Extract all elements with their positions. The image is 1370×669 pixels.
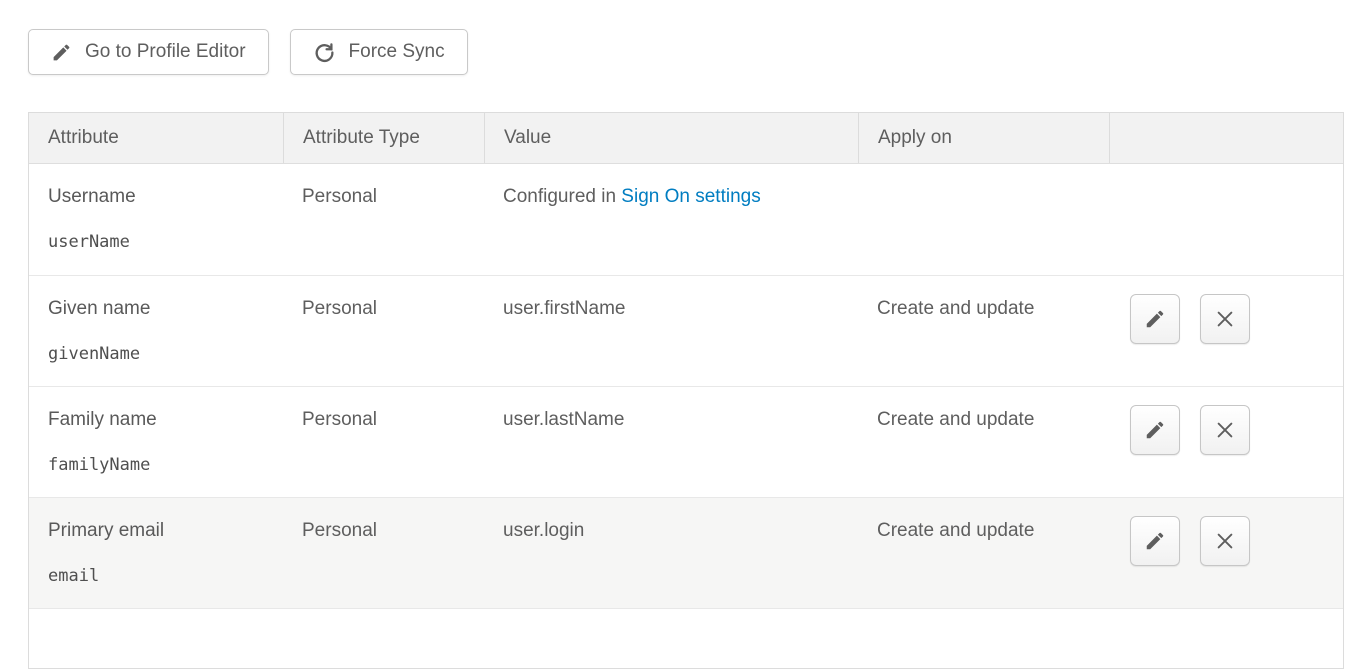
attribute-name: email: [48, 562, 273, 590]
attribute-value: user.firstName: [503, 295, 848, 323]
pencil-icon: [1144, 308, 1166, 330]
pencil-icon: [1144, 530, 1166, 552]
go-to-profile-editor-label: Go to Profile Editor: [85, 41, 246, 63]
table-row: Username userName Personal Configured in…: [29, 164, 1343, 275]
table-row: Family name familyName Personal user.las…: [29, 386, 1343, 497]
header-value: Value: [484, 113, 858, 163]
sign-on-settings-link[interactable]: Sign On settings: [621, 186, 760, 207]
force-sync-label: Force Sync: [349, 41, 445, 63]
close-icon: [1214, 530, 1236, 552]
attribute-value: user.login: [503, 517, 848, 545]
attribute-label: Family name: [48, 406, 273, 434]
attribute-type: Personal: [302, 295, 474, 323]
header-attribute-type: Attribute Type: [283, 113, 484, 163]
attribute-name: givenName: [48, 340, 273, 368]
refresh-icon: [313, 41, 336, 64]
header-actions: [1109, 113, 1343, 163]
attribute-value: user.lastName: [503, 406, 848, 434]
table-row: [29, 608, 1343, 668]
pencil-icon: [51, 42, 72, 63]
go-to-profile-editor-button[interactable]: Go to Profile Editor: [28, 29, 269, 75]
close-icon: [1214, 308, 1236, 330]
attribute-type: Personal: [302, 183, 474, 211]
attribute-type: Personal: [302, 406, 474, 434]
table-row: Primary email email Personal user.login …: [29, 497, 1343, 608]
attribute-label: Username: [48, 183, 273, 211]
force-sync-button[interactable]: Force Sync: [290, 29, 468, 75]
header-apply-on: Apply on: [858, 113, 1109, 163]
attribute-mapping-table: Attribute Attribute Type Value Apply on …: [28, 112, 1344, 669]
attribute-value: Configured in Sign On settings: [503, 183, 848, 211]
edit-attribute-button[interactable]: [1130, 294, 1180, 344]
remove-attribute-button[interactable]: [1200, 516, 1250, 566]
table-row: Given name givenName Personal user.first…: [29, 275, 1343, 386]
apply-on-value: Create and update: [877, 295, 1099, 323]
pencil-icon: [1144, 419, 1166, 441]
attribute-type: Personal: [302, 517, 474, 545]
toolbar: Go to Profile Editor Force Sync: [28, 29, 468, 75]
remove-attribute-button[interactable]: [1200, 405, 1250, 455]
attribute-name: familyName: [48, 451, 273, 479]
close-icon: [1214, 419, 1236, 441]
table-header-row: Attribute Attribute Type Value Apply on: [29, 113, 1343, 164]
attribute-label: Given name: [48, 295, 273, 323]
attribute-label: Primary email: [48, 517, 273, 545]
header-attribute: Attribute: [29, 113, 283, 163]
edit-attribute-button[interactable]: [1130, 405, 1180, 455]
apply-on-value: Create and update: [877, 406, 1099, 434]
apply-on-value: Create and update: [877, 517, 1099, 545]
edit-attribute-button[interactable]: [1130, 516, 1180, 566]
attribute-name: userName: [48, 228, 273, 256]
remove-attribute-button[interactable]: [1200, 294, 1250, 344]
